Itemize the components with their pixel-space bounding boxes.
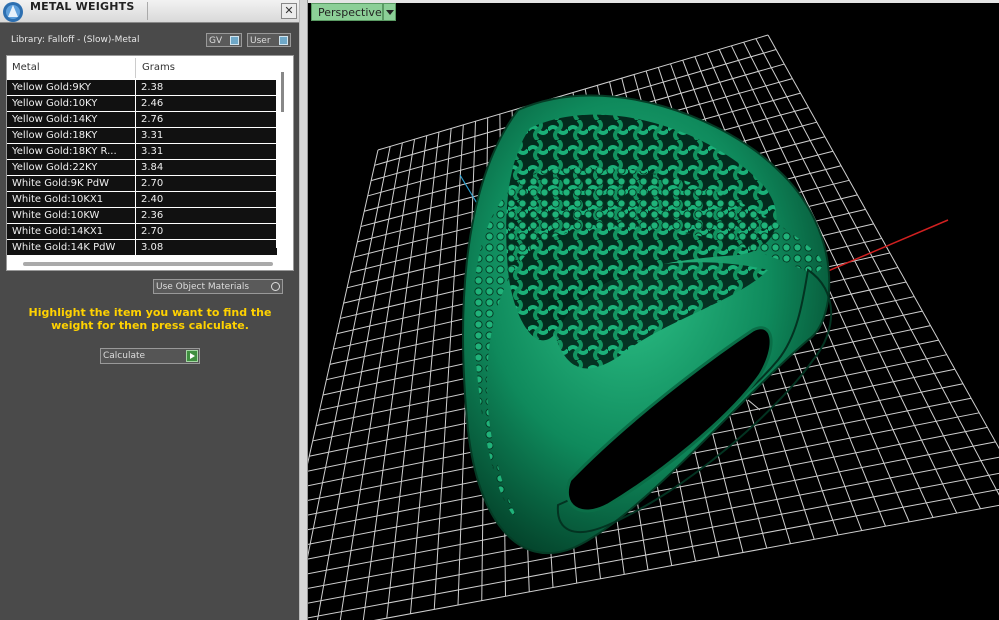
gv-toggle-label: GV — [209, 36, 223, 46]
metal-weights-panel: METAL WEIGHTS ✕ Library: Falloff - (Slow… — [0, 0, 299, 620]
calculate-button[interactable]: Calculate — [100, 348, 200, 364]
panel-title: METAL WEIGHTS — [30, 0, 135, 13]
metal-cell: Yellow Gold:10KY — [12, 98, 98, 109]
cell-divider — [135, 160, 136, 176]
column-divider — [135, 58, 136, 78]
metal-cell: Yellow Gold:14KY — [12, 114, 98, 125]
viewport-name-tab[interactable]: Perspective — [311, 3, 383, 21]
title-divider — [147, 2, 148, 20]
scrollbar-thumb[interactable] — [281, 72, 284, 112]
cell-divider — [135, 144, 136, 160]
user-toggle-label: User — [250, 36, 271, 46]
table-row[interactable]: White Gold:14KX1 2.70 — [7, 224, 277, 240]
metal-cell: White Gold:9K PdW — [12, 178, 109, 189]
table-body: Yellow Gold:9KY 2.38 Yellow Gold:10KY 2.46 Y… — [7, 80, 277, 256]
cell-divider — [135, 112, 136, 128]
metal-cell: White Gold:10KX1 — [12, 194, 104, 205]
cell-divider — [135, 192, 136, 208]
grams-cell: 2.70 — [141, 226, 164, 237]
ring-model — [462, 94, 833, 555]
grams-cell: 2.70 — [141, 178, 164, 189]
table-row[interactable]: White Gold:9K PdW 2.70 — [7, 176, 277, 192]
metal-cell: White Gold:14K PdW — [12, 242, 116, 253]
panel-titlebar[interactable]: METAL WEIGHTS ✕ — [0, 0, 299, 23]
vertical-scrollbar[interactable] — [276, 58, 292, 248]
cell-divider — [135, 128, 136, 144]
perspective-viewport[interactable]: Perspective — [308, 0, 999, 620]
table-row[interactable]: Yellow Gold:22KY 3.84 — [7, 160, 277, 176]
metal-cell: White Gold:10KW — [12, 210, 100, 221]
metal-cell: Yellow Gold:22KY — [12, 162, 98, 173]
library-label: Library: Falloff - (Slow)-Metal — [11, 35, 140, 45]
z-axis-line — [459, 174, 479, 206]
close-icon[interactable]: ✕ — [281, 3, 297, 19]
cell-divider — [135, 208, 136, 224]
grams-cell: 2.40 — [141, 194, 164, 205]
play-arrow-icon — [186, 350, 198, 362]
table-row[interactable]: Yellow Gold:10KY 2.46 — [7, 96, 277, 112]
metal-cell: Yellow Gold:18KY — [12, 130, 98, 141]
calculate-label: Calculate — [103, 351, 146, 361]
cell-divider — [135, 80, 136, 96]
table-header: Metal Grams — [7, 56, 277, 80]
use-object-materials-label: Use Object Materials — [156, 282, 250, 292]
table-row[interactable]: Yellow Gold:14KY 2.76 — [7, 112, 277, 128]
user-toggle[interactable]: User — [247, 33, 291, 47]
instruction-text: Highlight the item you want to find the … — [28, 306, 272, 332]
grams-cell: 3.31 — [141, 146, 164, 157]
metal-cell: Yellow Gold:9KY — [12, 82, 91, 93]
cell-divider — [135, 240, 136, 256]
cell-divider — [135, 96, 136, 112]
cell-divider — [135, 176, 136, 192]
dropdown-arrow-icon[interactable] — [383, 3, 396, 21]
panel-splitter[interactable] — [299, 0, 308, 620]
metal-table: Metal Grams Yellow Gold:9KY 2.38 Yellow Go… — [6, 55, 294, 271]
table-row[interactable]: White Gold:14K PdW 3.08 — [7, 240, 277, 256]
table-row[interactable]: Yellow Gold:9KY 2.38 — [7, 80, 277, 96]
rhino-app-icon — [3, 2, 23, 22]
grams-cell: 3.08 — [141, 242, 164, 253]
use-object-materials-option[interactable]: Use Object Materials — [153, 279, 283, 294]
grams-cell: 2.76 — [141, 114, 164, 125]
cell-divider — [135, 224, 136, 240]
horizontal-scrollbar[interactable] — [23, 262, 273, 266]
grams-cell: 2.36 — [141, 210, 164, 221]
grams-cell: 2.46 — [141, 98, 164, 109]
viewport-scene[interactable] — [308, 0, 999, 620]
metal-cell: Yellow Gold:18KY R... — [12, 146, 117, 157]
grams-cell: 3.84 — [141, 162, 164, 173]
gv-toggle[interactable]: GV — [206, 33, 242, 47]
toggle-knob-icon — [230, 36, 239, 45]
column-header-metal[interactable]: Metal — [12, 62, 40, 73]
toggle-knob-icon — [279, 36, 288, 45]
metal-cell: White Gold:14KX1 — [12, 226, 104, 237]
table-row[interactable]: White Gold:10KX1 2.40 — [7, 192, 277, 208]
table-row[interactable]: White Gold:10KW 2.36 — [7, 208, 277, 224]
table-row[interactable]: Yellow Gold:18KY R... 3.31 — [7, 144, 277, 160]
column-header-grams[interactable]: Grams — [142, 62, 175, 73]
table-row[interactable]: Yellow Gold:18KY 3.31 — [7, 128, 277, 144]
grams-cell: 3.31 — [141, 130, 164, 141]
radio-knob-icon — [271, 282, 280, 291]
grams-cell: 2.38 — [141, 82, 164, 93]
